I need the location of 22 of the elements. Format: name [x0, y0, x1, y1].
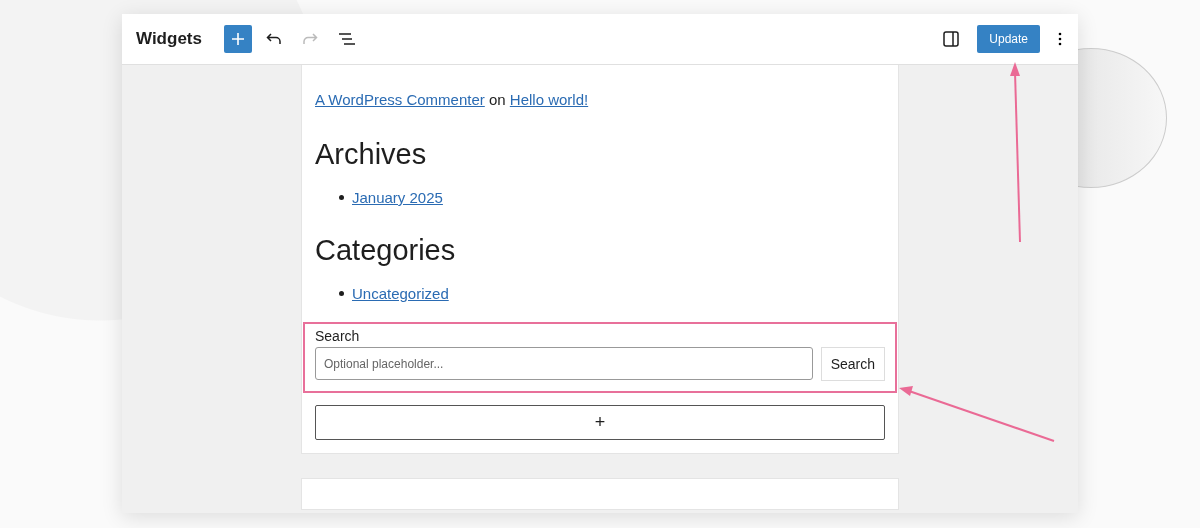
plus-icon: [231, 33, 244, 45]
add-block-button[interactable]: +: [315, 405, 885, 440]
search-label: Search: [315, 328, 361, 344]
undo-icon: [265, 33, 282, 45]
comment-joiner-text: on: [488, 91, 506, 108]
redo-icon: [301, 33, 318, 45]
list-link[interactable]: Uncategorized: [352, 285, 449, 302]
more-options-icon: [1058, 32, 1062, 46]
window-title: Widgets: [136, 29, 202, 49]
add-block-toggle[interactable]: [223, 25, 252, 53]
author-link[interactable]: A WordPress Commenter: [315, 91, 485, 108]
bullet-icon: [339, 291, 344, 296]
search-button[interactable]: Search: [820, 347, 885, 381]
post-link[interactable]: Hello world!: [509, 91, 589, 108]
bullet-icon: [339, 195, 344, 200]
section-heading: Archives: [315, 138, 428, 171]
list-view-icon: [337, 33, 356, 45]
search-field[interactable]: Optional placeholder...: [315, 347, 813, 380]
list-link[interactable]: January 2025: [352, 189, 443, 206]
update-button[interactable]: Update: [977, 25, 1040, 53]
section-heading: Categories: [315, 234, 457, 267]
sidebar-icon: [943, 31, 960, 47]
